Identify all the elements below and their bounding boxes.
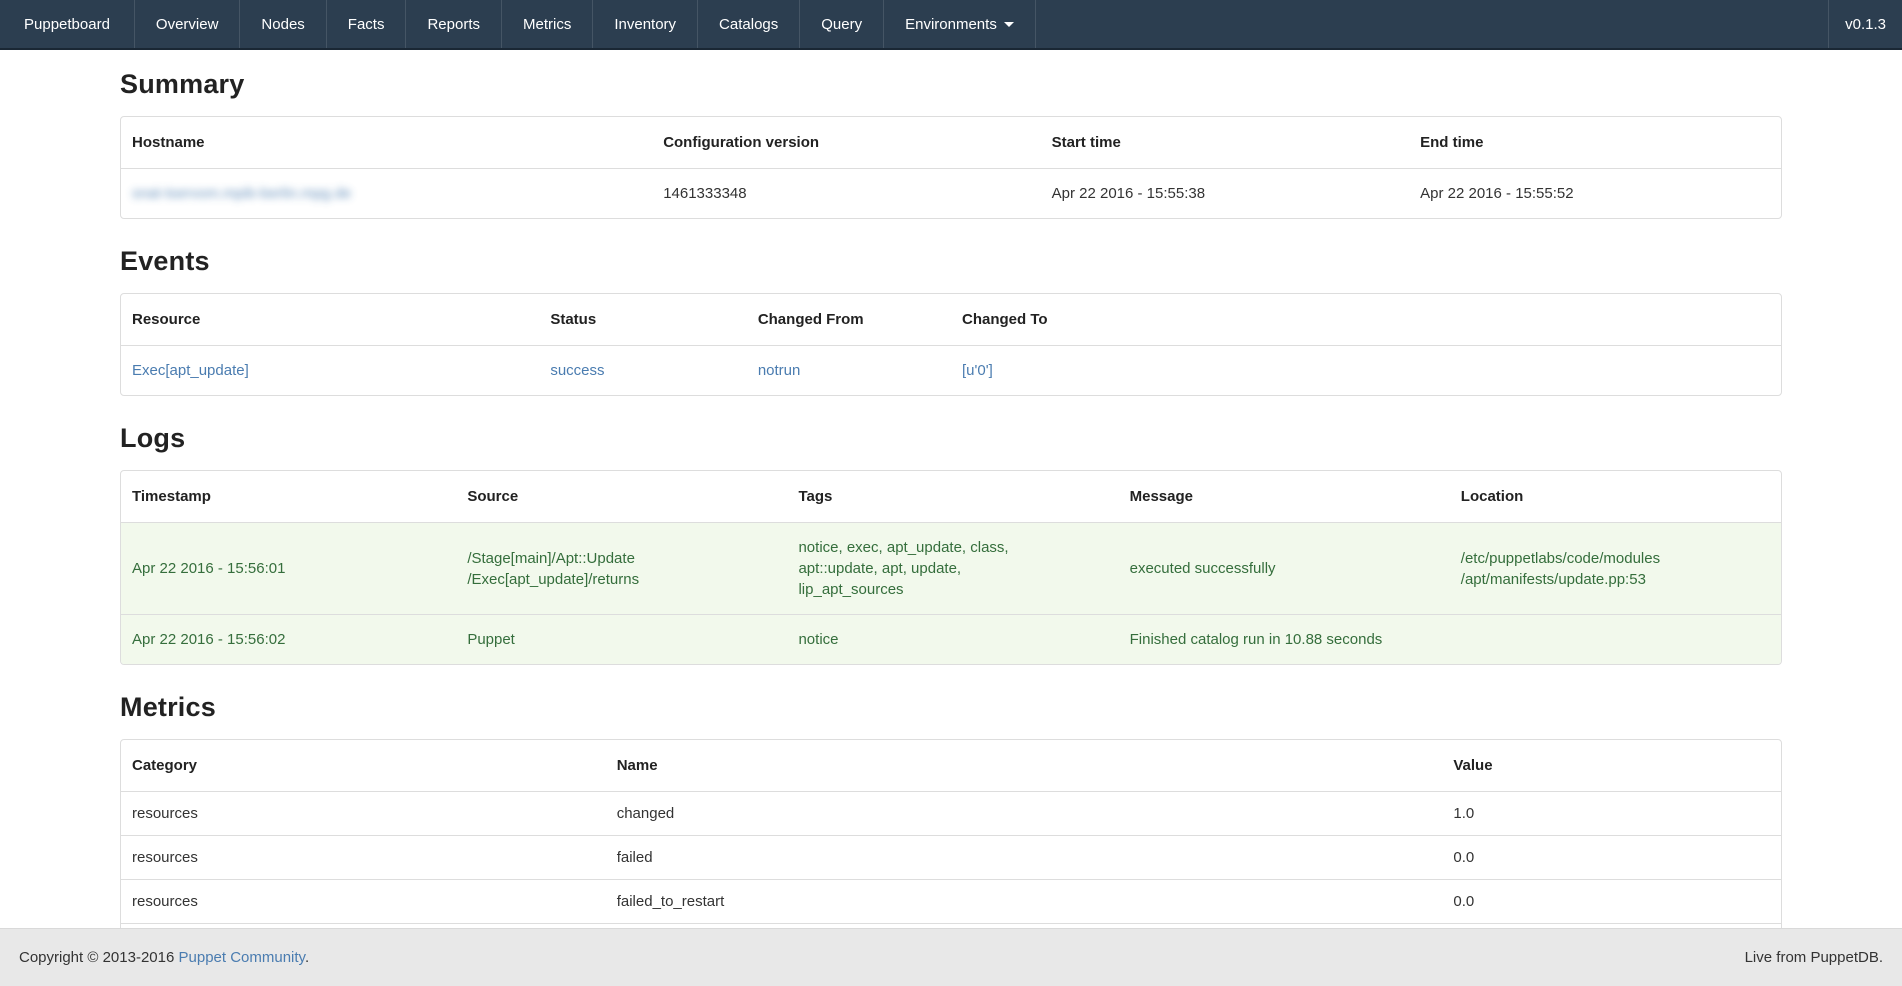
- logs-col-timestamp: Timestamp: [121, 471, 456, 523]
- start-time-value: Apr 22 2016 - 15:55:38: [1041, 169, 1410, 219]
- copyright-suffix: .: [305, 949, 309, 966]
- event-changed-from-link[interactable]: notrun: [758, 362, 801, 379]
- logs-heading: Logs: [120, 422, 1782, 454]
- summary-header-row: Hostname Configuration version Start tim…: [121, 117, 1781, 169]
- events-heading: Events: [120, 245, 1782, 277]
- metric-category: resources: [121, 836, 606, 880]
- nav-item-query[interactable]: Query: [800, 0, 884, 48]
- metric-value: 0.0: [1442, 880, 1781, 924]
- summary-col-config-version: Configuration version: [652, 117, 1040, 169]
- metric-category: resources: [121, 880, 606, 924]
- log-location: /etc/puppetlabs/code/modules /apt/manife…: [1450, 523, 1781, 615]
- metric-category: resources: [121, 792, 606, 836]
- log-source: /Stage[main]/Apt::Update /Exec[apt_updat…: [456, 523, 787, 615]
- copyright-text: Copyright © 2013-2016 Puppet Community.: [19, 949, 309, 966]
- event-changed-to-link[interactable]: [u'0']: [962, 362, 993, 379]
- events-header-row: Resource Status Changed From Changed To: [121, 294, 1781, 346]
- events-table: Resource Status Changed From Changed To …: [120, 293, 1782, 396]
- metrics-header-row: Category Name Value: [121, 740, 1781, 792]
- logs-col-source: Source: [456, 471, 787, 523]
- event-resource-link[interactable]: Exec[apt_update]: [132, 362, 249, 379]
- metrics-heading: Metrics: [120, 691, 1782, 723]
- logs-col-tags: Tags: [787, 471, 1118, 523]
- log-message: Finished catalog run in 10.88 seconds: [1119, 615, 1450, 665]
- navbar-brand[interactable]: Puppetboard: [0, 0, 135, 48]
- nav-item-reports[interactable]: Reports: [406, 0, 502, 48]
- metrics-col-name: Name: [606, 740, 1443, 792]
- metrics-col-category: Category: [121, 740, 606, 792]
- metric-row: resources changed 1.0: [121, 792, 1781, 836]
- summary-heading: Summary: [120, 68, 1782, 100]
- log-source: Puppet: [456, 615, 787, 665]
- log-message: executed successfully: [1119, 523, 1450, 615]
- event-status-link[interactable]: success: [550, 362, 604, 379]
- nav-item-catalogs[interactable]: Catalogs: [698, 0, 800, 48]
- metric-name: failed: [606, 836, 1443, 880]
- page: Puppetboard Overview Nodes Facts Reports…: [0, 0, 1902, 986]
- nav-item-inventory[interactable]: Inventory: [593, 0, 698, 48]
- events-col-status: Status: [539, 294, 747, 346]
- metric-row: resources failed_to_restart 0.0: [121, 880, 1781, 924]
- logs-col-location: Location: [1450, 471, 1781, 523]
- logs-col-message: Message: [1119, 471, 1450, 523]
- summary-col-hostname: Hostname: [121, 117, 652, 169]
- nav-item-metrics[interactable]: Metrics: [502, 0, 593, 48]
- live-from-puppetdb-text: Live from PuppetDB.: [1745, 949, 1883, 966]
- log-timestamp: Apr 22 2016 - 15:56:02: [121, 615, 456, 665]
- metric-value: 1.0: [1442, 792, 1781, 836]
- caret-down-icon: [1004, 22, 1014, 27]
- log-timestamp: Apr 22 2016 - 15:56:01: [121, 523, 456, 615]
- metric-row: resources failed 0.0: [121, 836, 1781, 880]
- log-location: [1450, 615, 1781, 665]
- log-row: Apr 22 2016 - 15:56:02 Puppet notice Fin…: [121, 615, 1781, 665]
- footer: Copyright © 2013-2016 Puppet Community. …: [0, 928, 1902, 986]
- summary-col-end-time: End time: [1409, 117, 1781, 169]
- summary-row: snat-tservom.mpib-berlin.mpg.de 14613333…: [121, 169, 1781, 219]
- metric-value: 0.0: [1442, 836, 1781, 880]
- end-time-value: Apr 22 2016 - 15:55:52: [1409, 169, 1781, 219]
- puppet-community-link[interactable]: Puppet Community: [179, 949, 305, 966]
- log-row: Apr 22 2016 - 15:56:01 /Stage[main]/Apt:…: [121, 523, 1781, 615]
- config-version-value: 1461333348: [652, 169, 1040, 219]
- events-col-changed-from: Changed From: [747, 294, 951, 346]
- nav-item-environments-dropdown[interactable]: Environments: [884, 0, 1036, 48]
- metrics-col-value: Value: [1442, 740, 1781, 792]
- log-tags: notice, exec, apt_update, class, apt::up…: [787, 523, 1118, 615]
- logs-header-row: Timestamp Source Tags Message Location: [121, 471, 1781, 523]
- events-col-changed-to: Changed To: [951, 294, 1781, 346]
- navbar: Puppetboard Overview Nodes Facts Reports…: [0, 0, 1902, 50]
- environments-label: Environments: [905, 16, 997, 33]
- logs-table: Timestamp Source Tags Message Location A…: [120, 470, 1782, 665]
- hostname-link[interactable]: snat-tservom.mpib-berlin.mpg.de: [132, 185, 351, 202]
- event-row: Exec[apt_update] success notrun [u'0']: [121, 346, 1781, 396]
- metric-name: changed: [606, 792, 1443, 836]
- log-tags: notice: [787, 615, 1118, 665]
- navbar-spacer: [1036, 0, 1828, 48]
- nav-item-nodes[interactable]: Nodes: [240, 0, 326, 48]
- events-col-resource: Resource: [121, 294, 539, 346]
- summary-col-start-time: Start time: [1041, 117, 1410, 169]
- main-content: Summary Hostname Configuration version S…: [120, 68, 1782, 970]
- nav-item-overview[interactable]: Overview: [135, 0, 241, 48]
- summary-table: Hostname Configuration version Start tim…: [120, 116, 1782, 219]
- nav-item-facts[interactable]: Facts: [327, 0, 407, 48]
- metric-name: failed_to_restart: [606, 880, 1443, 924]
- version-label: v0.1.3: [1828, 0, 1902, 48]
- copyright-prefix: Copyright © 2013-2016: [19, 949, 179, 966]
